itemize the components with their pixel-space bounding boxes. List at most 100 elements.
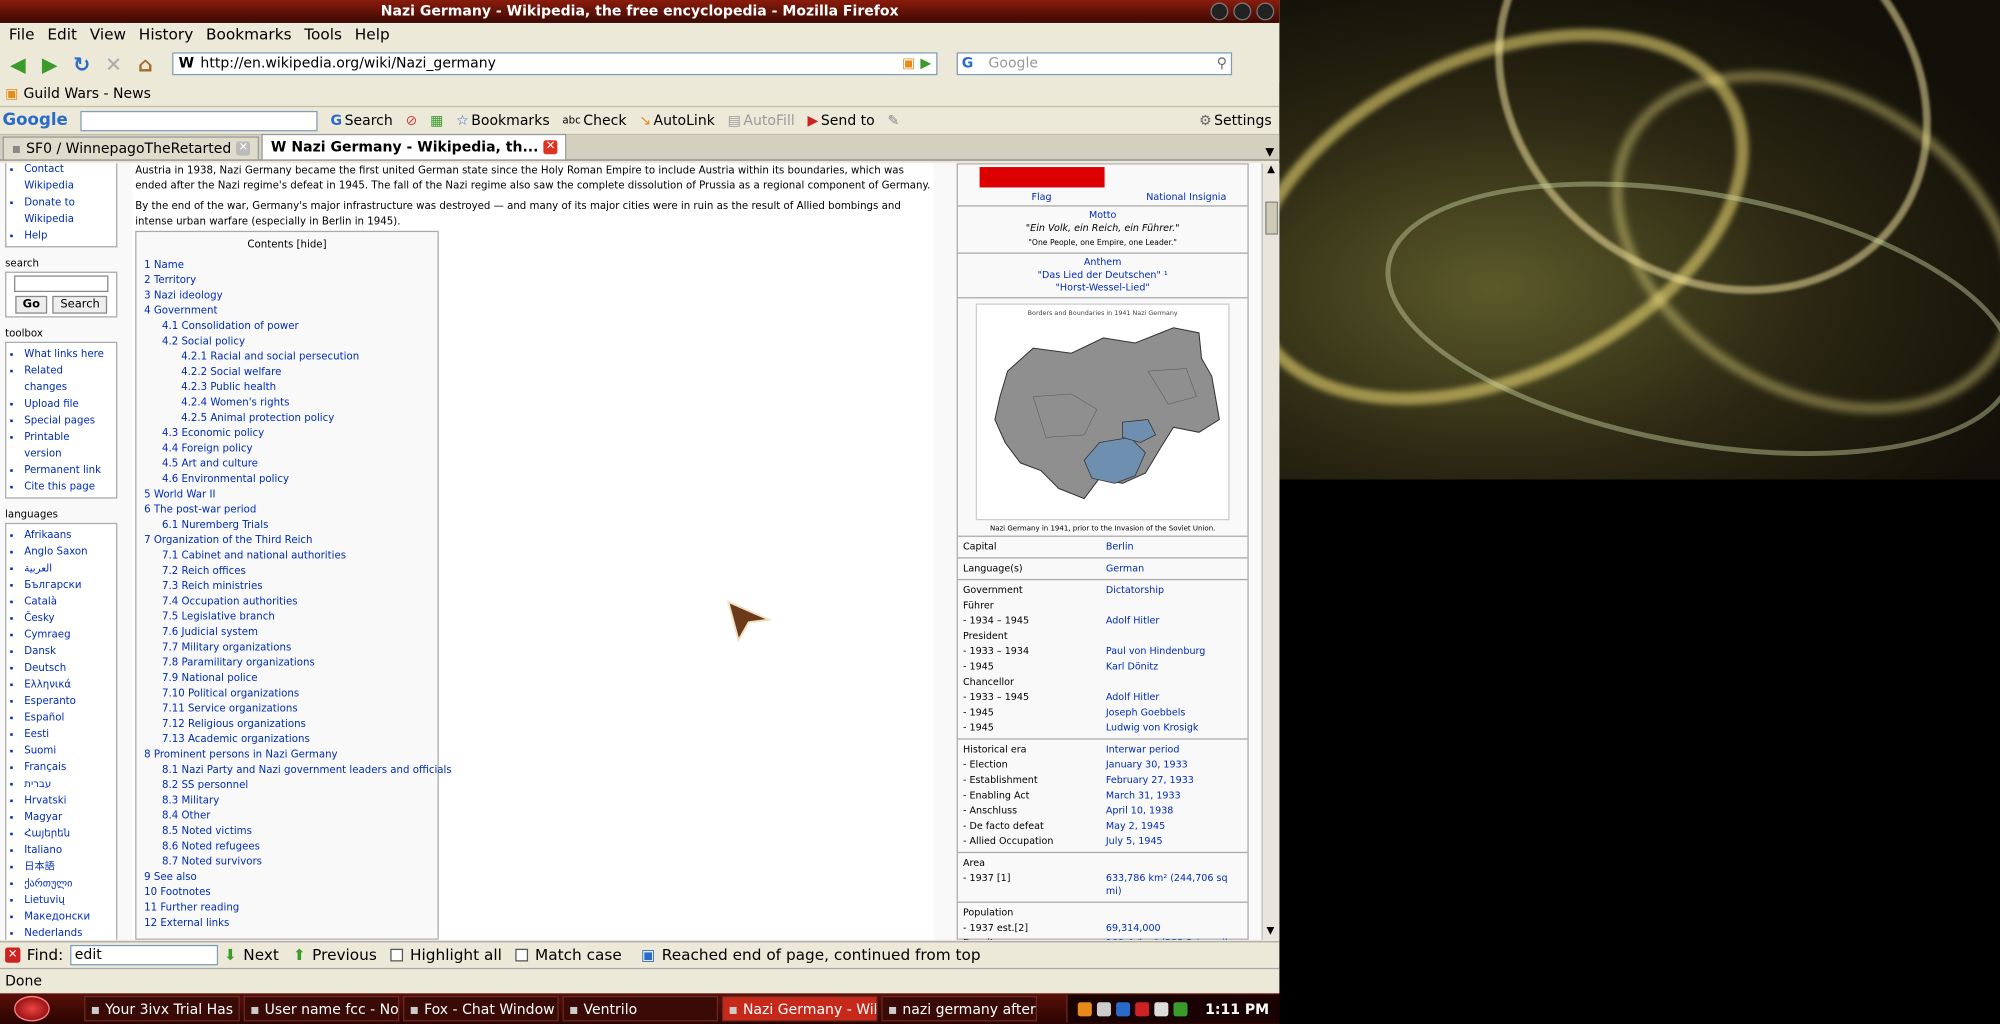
toc-entry[interactable]: 11 Further reading: [144, 900, 430, 915]
language-link[interactable]: Español: [24, 709, 108, 726]
home-icon[interactable]: ⌂: [133, 51, 159, 77]
toc-entry[interactable]: 2 Territory: [144, 273, 430, 288]
menu-view[interactable]: View: [90, 26, 126, 44]
infobox-value[interactable]: [1106, 857, 1242, 870]
toc-entry[interactable]: 7 Organization of the Third Reich: [144, 533, 430, 548]
send-to-button[interactable]: ▶ Send to: [808, 112, 875, 129]
spell-check-button[interactable]: abc Check: [562, 112, 626, 129]
infobox-value[interactable]: May 2, 1945: [1106, 820, 1242, 833]
menu-edit[interactable]: Edit: [47, 26, 77, 44]
sidebar-link[interactable]: Help: [24, 227, 108, 244]
taskbar-button[interactable]: ▪ Ventrilo: [562, 995, 719, 1022]
taskbar-button[interactable]: ▪ Your 3ivx Trial Has ...: [84, 995, 240, 1022]
language-link[interactable]: Česky: [24, 610, 108, 627]
close-tab-icon[interactable]: ✕: [236, 141, 251, 156]
toolbox-link[interactable]: Related changes: [24, 362, 108, 395]
tray-network-icon[interactable]: [1115, 1001, 1130, 1016]
language-link[interactable]: Hrvatski: [24, 792, 108, 809]
language-link[interactable]: Esperanto: [24, 692, 108, 709]
search-icon[interactable]: ⚲: [1217, 54, 1227, 74]
toc-entry[interactable]: 7.3 Reich ministries: [144, 579, 430, 594]
google-search-button[interactable]: G Search: [331, 112, 393, 129]
tray-steam-icon[interactable]: [1096, 1001, 1111, 1016]
language-link[interactable]: العربية: [24, 560, 108, 577]
toc-entry[interactable]: 10 Footnotes: [144, 885, 430, 900]
infobox-value[interactable]: Berlin: [1106, 541, 1242, 554]
scroll-up-icon[interactable]: ▲: [1263, 163, 1280, 178]
infobox-value[interactable]: [1106, 630, 1242, 643]
toc-entry[interactable]: 4.1 Consolidation of power: [144, 319, 430, 334]
menu-tools[interactable]: Tools: [304, 26, 342, 44]
toc-entry[interactable]: 4.2.3 Public health: [144, 380, 430, 395]
toc-entry[interactable]: 7.10 Political organizations: [144, 686, 430, 701]
autofill-button[interactable]: ▤ AutoFill: [728, 112, 795, 129]
infobox-value[interactable]: German: [1106, 562, 1242, 575]
toc-entry[interactable]: 7.8 Paramilitary organizations: [144, 655, 430, 670]
menu-bookmarks[interactable]: Bookmarks: [206, 26, 292, 44]
infobox-value[interactable]: Ludwig von Krosigk: [1106, 722, 1242, 735]
language-link[interactable]: Македонски: [24, 908, 108, 925]
popup-blocker-icon[interactable]: ⊘: [406, 112, 418, 129]
web-search-input[interactable]: G Google ⚲: [956, 52, 1233, 76]
toc-entry[interactable]: 5 World War II: [144, 487, 430, 502]
toc-entry[interactable]: 8.1 Nazi Party and Nazi government leade…: [144, 763, 452, 778]
autolink-button[interactable]: ↘ AutoLink: [639, 112, 715, 129]
flag-image[interactable]: [979, 167, 1105, 188]
start-button[interactable]: [0, 993, 64, 1024]
language-link[interactable]: Suomi: [24, 742, 108, 759]
toc-entry[interactable]: 7.12 Religious organizations: [144, 717, 430, 732]
toc-title[interactable]: Contents [hide]: [144, 237, 430, 252]
toc-entry[interactable]: 4.2.4 Women's rights: [144, 395, 430, 410]
clock[interactable]: 1:11 PM: [1205, 1000, 1269, 1017]
scroll-thumb[interactable]: [1265, 201, 1279, 235]
toc-entry[interactable]: 7.6 Judicial system: [144, 625, 430, 640]
back-icon[interactable]: ◀: [5, 51, 31, 77]
toc-entry[interactable]: 4.6 Environmental policy: [144, 472, 430, 487]
language-link[interactable]: Italiano: [24, 842, 108, 859]
title-bar[interactable]: Nazi Germany - Wikipedia, the free encyc…: [0, 0, 1280, 23]
national-insignia-link[interactable]: National Insignia: [1146, 191, 1226, 202]
find-next-button[interactable]: Next: [243, 946, 279, 964]
language-link[interactable]: Eesti: [24, 726, 108, 743]
tab-sf0[interactable]: ▪ SF0 / WinnepagoTheRetarted ✕: [2, 136, 260, 160]
language-link[interactable]: Deutsch: [24, 659, 108, 676]
close-find-icon[interactable]: ✕: [5, 946, 21, 963]
toc-entry[interactable]: 4.5 Art and culture: [144, 457, 430, 472]
anthem-heading[interactable]: Anthem: [958, 256, 1248, 269]
toc-entry[interactable]: 8.2 SS personnel: [144, 778, 430, 793]
scroll-down-icon[interactable]: ▼: [1263, 925, 1278, 940]
google-engine-icon[interactable]: G: [962, 54, 974, 74]
rss-icon[interactable]: ▣: [902, 54, 915, 74]
toc-entry[interactable]: 8.3 Military: [144, 793, 430, 808]
tray-app-icon[interactable]: [1077, 1001, 1092, 1016]
bookmarks-menu-button[interactable]: ☆ Bookmarks: [456, 112, 550, 129]
tray-chat-icon[interactable]: [1173, 1001, 1188, 1016]
toc-entry[interactable]: 9 See also: [144, 870, 430, 885]
go-arrow-icon[interactable]: ▶: [920, 54, 931, 74]
infobox-value[interactable]: Adolf Hitler: [1106, 615, 1242, 628]
taskbar-button[interactable]: ▪ Fox - Chat Window: [403, 995, 559, 1022]
toc-entry[interactable]: 7.13 Academic organizations: [144, 732, 430, 747]
toolbox-link[interactable]: Special pages: [24, 412, 108, 429]
toc-entry[interactable]: 4.3 Economic policy: [144, 426, 430, 441]
toc-entry[interactable]: 4 Government: [144, 303, 430, 318]
infobox-value[interactable]: April 10, 1938: [1106, 805, 1242, 818]
tab-nazi-germany[interactable]: W Nazi Germany - Wikipedia, th... ✕: [261, 133, 567, 160]
toc-entry[interactable]: 4.2.2 Social welfare: [144, 365, 430, 380]
language-link[interactable]: Magyar: [24, 808, 108, 825]
toolbox-link[interactable]: Cite this page: [24, 478, 108, 495]
anthem-2[interactable]: "Horst-Wessel-Lied": [958, 282, 1248, 295]
toc-entry[interactable]: 7.4 Occupation authorities: [144, 594, 430, 609]
bookmark-guild-wars-news[interactable]: Guild Wars - News: [23, 85, 150, 102]
language-link[interactable]: Català: [24, 593, 108, 610]
language-link[interactable]: 日本語: [24, 858, 108, 875]
language-link[interactable]: Nederlands: [24, 925, 108, 940]
infobox-value[interactable]: 109.4 /km² (283.3 /sq mi): [1106, 937, 1242, 940]
infobox-value[interactable]: Dictatorship: [1106, 584, 1242, 597]
motto-heading[interactable]: Motto: [958, 209, 1248, 222]
close-tab-icon[interactable]: ✕: [543, 140, 558, 155]
menu-file[interactable]: File: [9, 26, 35, 44]
vertical-scrollbar[interactable]: ▲ ▼: [1261, 163, 1280, 940]
tray-security-icon[interactable]: [1134, 1001, 1149, 1016]
toc-entry[interactable]: 7.9 National police: [144, 671, 430, 686]
